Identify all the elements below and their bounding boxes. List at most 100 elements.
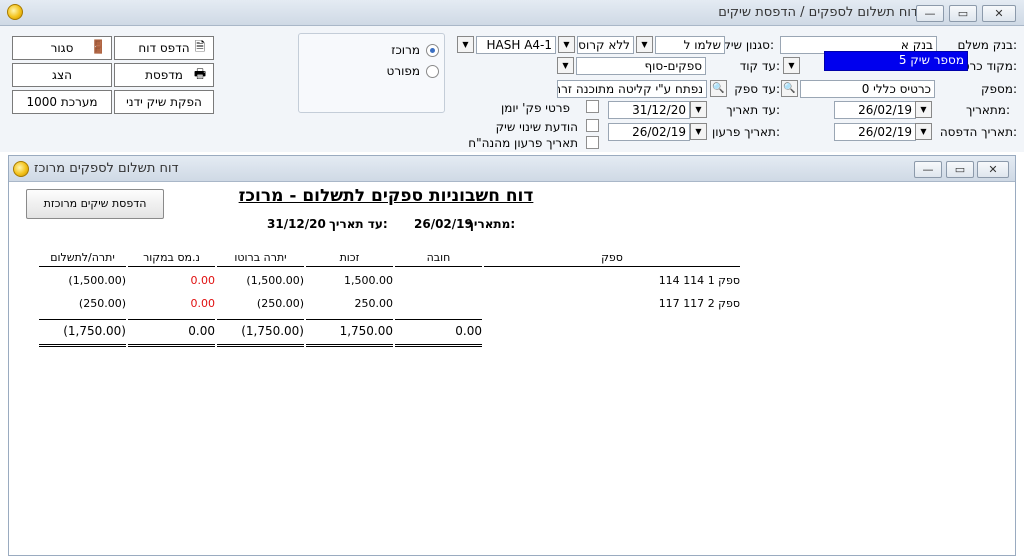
double-rule <box>128 344 215 347</box>
system-button-label: מערכת 1000 <box>26 95 98 109</box>
source-code-field[interactable]: מספר שיק 5 <box>824 51 968 71</box>
report-to-date-label: עד תאריך: <box>329 217 388 231</box>
to-date-field[interactable]: 31/12/20 <box>608 101 690 119</box>
report-title: דוח חשבוניות ספקים לתשלום - מרוכז <box>238 186 534 206</box>
restore-icon[interactable]: ▭ <box>949 5 977 22</box>
check-change-notice-checkbox[interactable] <box>586 119 599 132</box>
supplier-cell: ספק 2 117 117 <box>658 297 740 310</box>
exit-door-icon: 🚪 <box>90 40 107 55</box>
credit-cell: 250.00 <box>354 297 394 310</box>
main-title-bar: דוח תשלום לספקים / הדפסת שיקים — ▭ ✕ <box>0 0 1024 26</box>
redemption-date-label: תאריך פרעון: <box>712 125 780 139</box>
centralized-radio[interactable] <box>426 44 439 57</box>
col-header-balance-to-pay: יתרה/לתשלום <box>50 251 115 264</box>
mode-group: מרוכז מפורט <box>298 33 445 113</box>
minimize-icon[interactable]: — <box>916 5 944 22</box>
check-style-label: סגנון שיק: <box>722 38 774 52</box>
cross-type-dropdown-icon[interactable]: ▼ <box>558 36 575 53</box>
show-button[interactable]: הצג <box>12 63 112 87</box>
detailed-radio[interactable] <box>426 65 439 78</box>
report-restore-icon[interactable]: ▭ <box>946 161 974 178</box>
report-to-date-value: 31/12/20 <box>267 217 326 231</box>
header-underline <box>217 266 304 267</box>
source-code-dropdown-icon[interactable]: ▼ <box>783 57 800 74</box>
to-code-field[interactable]: ספקים-סוף <box>576 57 706 75</box>
supplier-cell: ספק 1 114 114 <box>658 274 740 287</box>
header-underline <box>484 266 740 267</box>
from-date-label: מתאריך: <box>965 103 1010 117</box>
to-code-dropdown-icon[interactable]: ▼ <box>557 57 574 74</box>
double-rule <box>39 344 126 347</box>
totals-rule <box>395 319 482 320</box>
totals-rule <box>306 319 393 320</box>
withholding-tax-cell: 0.00 <box>190 297 216 310</box>
cross-type-field[interactable]: ללא קרוס <box>577 36 634 54</box>
total-debit: 0.00 <box>455 324 482 338</box>
from-supplier-lookup-icon[interactable]: 🔍 <box>781 80 798 97</box>
filter-panel: סגור 🚪 הדפס דוח 🗎 הצג מדפסת 🖶 מערכת 1000… <box>0 26 1024 152</box>
col-header-debit: חובה <box>426 251 451 264</box>
report-title-bar: דוח תשלום לספקים מרוכז — ▭ ✕ <box>9 156 1015 182</box>
col-header-supplier: ספק <box>601 251 623 264</box>
check-style-field[interactable]: שלמו ל <box>655 36 725 54</box>
total-gross-balance: (1,750.00) <box>241 324 304 338</box>
paying-bank-label: בנק משלם: <box>957 38 1017 52</box>
from-date-dropdown-icon[interactable]: ▼ <box>915 101 932 118</box>
totals-rule <box>217 319 304 320</box>
printer-button[interactable]: מדפסת 🖶 <box>114 63 214 87</box>
to-supplier-field[interactable]: נפתח ע"י קליטה מתוכנה זרה 8 <box>557 80 707 98</box>
app-logo-icon <box>7 4 23 20</box>
report-minimize-icon[interactable]: — <box>914 161 942 178</box>
show-button-label: הצג <box>52 68 72 82</box>
print-centralized-checks-button[interactable]: הדפסת שיקים מרוכזת <box>26 189 164 219</box>
from-supplier-label: מספק: <box>981 82 1017 96</box>
total-withholding-tax: 0.00 <box>188 324 215 338</box>
check-style-dropdown-icon[interactable]: ▼ <box>636 36 653 53</box>
system-button[interactable]: מערכת 1000 <box>12 90 112 114</box>
report-from-date-value: 26/02/19 <box>414 217 473 231</box>
manual-check-button[interactable]: הפקת שיק ידני <box>114 90 214 114</box>
report-window-icon <box>13 161 29 177</box>
report-body: הדפסת שיקים מרוכזת דוח חשבוניות ספקים לת… <box>9 182 1015 555</box>
journal-details-checkbox[interactable] <box>586 100 599 113</box>
double-rule <box>306 344 393 347</box>
manager-redemption-label: תאריך פרעון מהנה"ח <box>468 136 578 150</box>
to-date-dropdown-icon[interactable]: ▼ <box>690 101 707 118</box>
totals-rule <box>39 319 126 320</box>
print-date-field[interactable]: 26/02/19 <box>834 123 916 141</box>
to-supplier-lookup-icon[interactable]: 🔍 <box>710 80 727 97</box>
redemption-date-dropdown-icon[interactable]: ▼ <box>690 123 707 140</box>
col-header-credit: זכות <box>339 251 360 264</box>
window-title: דוח תשלום לספקים / הדפסת שיקים <box>718 5 918 20</box>
total-balance-to-pay: (1,750.00) <box>63 324 126 338</box>
form-type-dropdown-icon[interactable]: ▼ <box>457 36 474 53</box>
printer-icon: 🖶 <box>193 67 207 82</box>
close-icon[interactable]: ✕ <box>982 5 1016 22</box>
col-header-withholding-tax: נ.מס במקור <box>143 251 200 264</box>
withholding-tax-cell: 0.00 <box>190 274 216 287</box>
report-close-icon[interactable]: ✕ <box>977 161 1009 178</box>
balance-to-pay-cell: (250.00) <box>78 297 126 310</box>
header-underline <box>128 266 215 267</box>
to-date-label: עד תאריך: <box>726 103 780 117</box>
total-credit: 1,750.00 <box>339 324 393 338</box>
from-date-field[interactable]: 26/02/19 <box>834 101 916 119</box>
from-supplier-field[interactable]: כרטיס כללי 0 <box>800 80 935 98</box>
balance-to-pay-cell: (1,500.00) <box>68 274 126 287</box>
print-report-button[interactable]: הדפס דוח 🗎 <box>114 36 214 60</box>
form-type-field[interactable]: HASH A4-1 <box>476 36 556 54</box>
close-button[interactable]: סגור 🚪 <box>12 36 112 60</box>
detailed-label: מפורט <box>386 64 420 78</box>
journal-details-label: פרטי פק' יומן <box>500 101 570 115</box>
manual-check-label: הפקת שיק ידני <box>126 95 202 109</box>
print-date-label: תאריך הדפסה: <box>939 125 1017 139</box>
report-from-date-label: מתאריך: <box>467 217 516 231</box>
header-underline <box>306 266 393 267</box>
col-header-gross-balance: יתרה ברוטו <box>234 251 287 264</box>
report-window-title: דוח תשלום לספקים מרוכז <box>34 161 179 176</box>
redemption-date-field[interactable]: 26/02/19 <box>608 123 690 141</box>
report-window: דוח תשלום לספקים מרוכז — ▭ ✕ הדפסת שיקים… <box>8 155 1016 556</box>
to-code-label: עד קוד: <box>739 59 780 73</box>
print-date-dropdown-icon[interactable]: ▼ <box>915 123 932 140</box>
manager-redemption-checkbox[interactable] <box>586 136 599 149</box>
